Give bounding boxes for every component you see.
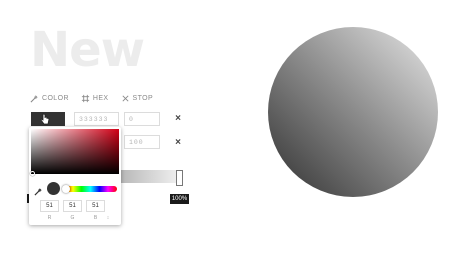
eyedropper-icon — [30, 94, 39, 103]
stop-2-remove-button[interactable]: × — [173, 138, 183, 148]
page-title: New — [30, 22, 145, 78]
gradient-stop-handle[interactable] — [176, 170, 183, 186]
saturation-value-handle[interactable] — [30, 171, 35, 176]
tab-color[interactable]: COLOR — [30, 92, 69, 104]
stop-icon — [121, 94, 130, 103]
eyedropper-icon[interactable] — [34, 183, 43, 196]
tab-color-label: COLOR — [42, 94, 69, 102]
stop-1-remove-button[interactable]: × — [173, 114, 183, 124]
color-preview-swatch — [47, 182, 60, 195]
hue-slider-handle[interactable] — [62, 185, 70, 193]
hue-slider[interactable] — [64, 186, 117, 192]
stop-1-hex-input[interactable]: 333333 — [74, 112, 119, 126]
tab-hex-label: HEX — [92, 94, 109, 102]
gradient-preview-circle — [268, 27, 438, 197]
color-mode-toggle[interactable]: ↕ — [103, 215, 113, 221]
gradient-stop-label: 100% — [170, 194, 189, 204]
stop-2-position-input[interactable]: 100 — [124, 135, 160, 149]
blue-channel-input[interactable]: 51 — [86, 200, 105, 212]
hash-icon — [81, 94, 90, 103]
gradient-bar[interactable] — [120, 170, 182, 183]
tab-stop-label: STOP — [132, 94, 154, 102]
hand-cursor-icon — [40, 113, 50, 125]
stop-1-position-input[interactable]: 0 — [124, 112, 160, 126]
green-channel-label: G — [70, 215, 75, 221]
red-channel-label: R — [47, 215, 52, 221]
tab-hex[interactable]: HEX — [81, 92, 109, 104]
tab-bar: COLOR HEX STOP — [30, 92, 165, 104]
tab-stop[interactable]: STOP — [121, 92, 154, 104]
color-picker-popup: 51 51 51 R G B ↕ — [29, 127, 121, 225]
saturation-value-area[interactable] — [30, 129, 119, 176]
red-channel-input[interactable]: 51 — [40, 200, 59, 212]
green-channel-input[interactable]: 51 — [63, 200, 82, 212]
